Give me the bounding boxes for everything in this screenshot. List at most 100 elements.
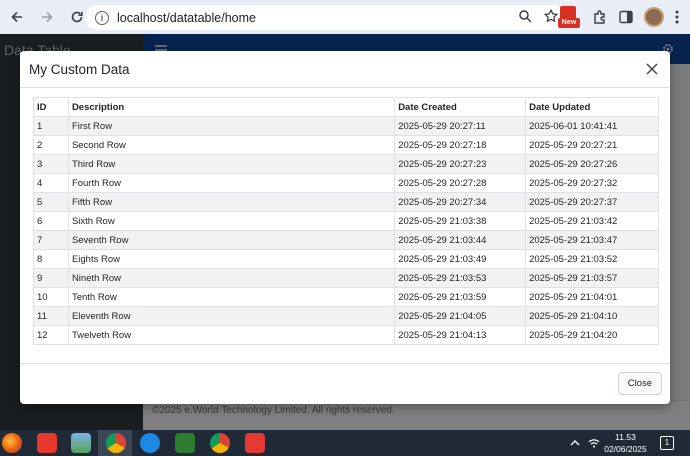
cell-description: First Row	[67, 116, 396, 136]
column-header-date-created: Date Created	[394, 97, 527, 117]
table-row: 1 First Row 2025-05-29 20:27:11 2025-06-01 …	[33, 116, 659, 136]
cell-date-updated: 2025-05-29 21:03:42	[525, 211, 659, 231]
photos-app-icon[interactable]	[71, 433, 91, 453]
cell-date-created: 2025-05-29 20:27:34	[394, 192, 527, 212]
table-body: 1 First Row 2025-05-29 20:27:11 2025-06-01 …	[33, 116, 659, 345]
cell-description: Seventh Row	[67, 230, 396, 250]
cell-date-updated: 2025-05-29 21:04:20	[525, 325, 659, 345]
cell-date-created: 2025-05-29 21:03:53	[394, 268, 527, 288]
cell-id: 10	[33, 287, 69, 307]
cell-date-updated: 2025-06-01 10:41:41	[525, 116, 659, 136]
clock-date: 02/06/2025	[604, 444, 647, 454]
firefox-icon[interactable]	[2, 433, 22, 453]
cell-date-updated: 2025-05-29 20:27:32	[525, 173, 659, 193]
table-row: 3 Third Row 2025-05-29 20:27:23 2025-05-29 …	[33, 154, 659, 174]
cell-description: Eights Row	[67, 249, 396, 269]
close-button[interactable]: Close	[617, 372, 662, 395]
table-row: 12 Twelveth Row 2025-05-29 21:04:13 2025-05…	[33, 325, 659, 345]
notification-center-icon[interactable]: 1	[660, 436, 674, 450]
table-row: 10 Tenth Row 2025-05-29 21:03:59 2025-05-29…	[33, 287, 659, 307]
column-header-description: Description	[67, 97, 396, 117]
forward-icon[interactable]	[34, 4, 60, 30]
tray-overflow-chevron-icon[interactable]	[570, 439, 580, 447]
modal-body: ID Description Date Created Date Updated…	[20, 88, 670, 345]
table-row: 2 Second Row 2025-05-29 20:27:18 2025-05-29…	[33, 135, 659, 155]
cell-date-created: 2025-05-29 21:04:05	[394, 306, 527, 326]
cell-id: 6	[33, 211, 69, 231]
cell-date-created: 2025-05-29 21:04:13	[394, 325, 527, 345]
url-text: localhost/datatable/home	[117, 10, 256, 25]
modal-header: My Custom Data	[20, 51, 670, 88]
cell-id: 4	[33, 173, 69, 193]
modal-footer: Close	[20, 363, 670, 404]
custom-data-modal: My Custom Data ID Description Date Creat…	[20, 51, 670, 404]
blue-app-icon[interactable]	[140, 433, 160, 453]
extensions-puzzle-icon[interactable]	[592, 9, 608, 25]
site-info-icon[interactable]: i	[95, 10, 109, 25]
cell-date-updated: 2025-05-29 20:27:26	[525, 154, 659, 174]
cell-id: 5	[33, 192, 69, 212]
cell-date-created: 2025-05-29 21:03:59	[394, 287, 527, 307]
cell-date-updated: 2025-05-29 21:04:10	[525, 306, 659, 326]
cell-id: 3	[33, 154, 69, 174]
table-row: 8 Eights Row 2025-05-29 21:03:49 2025-05-29…	[33, 249, 659, 269]
cell-date-updated: 2025-05-29 21:03:52	[525, 249, 659, 269]
cell-description: Fourth Row	[67, 173, 396, 193]
close-icon[interactable]	[644, 61, 660, 77]
table-row: 11 Eleventh Row 2025-05-29 21:04:05 2025-05…	[33, 306, 659, 326]
wifi-icon[interactable]	[588, 438, 600, 448]
cell-date-created: 2025-05-29 20:27:18	[394, 135, 527, 155]
table-row: 6 Sixth Row 2025-05-29 21:03:38 2025-05-29 …	[33, 211, 659, 231]
cell-id: 8	[33, 249, 69, 269]
pdf-extension-icon[interactable]: New	[558, 6, 580, 28]
wps-office-icon[interactable]	[37, 433, 57, 453]
cell-date-created: 2025-05-29 20:27:23	[394, 154, 527, 174]
column-header-id: ID	[33, 97, 69, 117]
cell-date-created: 2025-05-29 21:03:44	[394, 230, 527, 250]
chrome-icon[interactable]	[106, 433, 126, 453]
cell-description: Nineth Row	[67, 268, 396, 288]
cell-id: 1	[33, 116, 69, 136]
column-header-date-updated: Date Updated	[525, 97, 659, 117]
cell-description: Second Row	[67, 135, 396, 155]
notification-count: 1	[664, 438, 670, 447]
sidebar-toggle-icon[interactable]	[618, 9, 634, 25]
extension-new-badge: New	[558, 18, 580, 28]
cell-date-updated: 2025-05-29 21:03:47	[525, 230, 659, 250]
cell-date-updated: 2025-05-29 21:04:01	[525, 287, 659, 307]
cell-date-created: 2025-05-29 21:03:38	[394, 211, 527, 231]
cell-description: Third Row	[67, 154, 396, 174]
spreadsheet-app-icon[interactable]	[175, 433, 195, 453]
cell-date-updated: 2025-05-29 20:27:21	[525, 135, 659, 155]
cell-description: Fifth Row	[67, 192, 396, 212]
cell-description: Twelveth Row	[67, 325, 396, 345]
cell-id: 7	[33, 230, 69, 250]
table-row: 7 Seventh Row 2025-05-29 21:03:44 2025-05-2…	[33, 230, 659, 250]
cell-description: Sixth Row	[67, 211, 396, 231]
browser-menu-icon[interactable]	[672, 9, 682, 25]
modal-title: My Custom Data	[29, 61, 130, 77]
windows-taskbar: 11.53 02/06/2025 1	[0, 430, 690, 456]
cell-id: 2	[33, 135, 69, 155]
table-row: 4 Fourth Row 2025-05-29 20:27:28 2025-05-29…	[33, 173, 659, 193]
cell-id: 11	[33, 306, 69, 326]
table-header: ID Description Date Created Date Updated	[33, 97, 659, 117]
table-row: 5 Fifth Row 2025-05-29 20:27:34 2025-05-29 …	[33, 192, 659, 212]
zoom-icon[interactable]	[518, 9, 532, 23]
toolbar-right: New	[552, 6, 682, 28]
cell-description: Tenth Row	[67, 287, 396, 307]
cell-date-updated: 2025-05-29 20:27:37	[525, 192, 659, 212]
profile-avatar[interactable]	[644, 7, 664, 27]
cell-date-created: 2025-05-29 20:27:11	[394, 116, 527, 136]
cell-date-created: 2025-05-29 20:27:28	[394, 173, 527, 193]
pdf-reader-icon[interactable]	[245, 433, 265, 453]
data-table: ID Description Date Created Date Updated…	[33, 97, 659, 345]
address-bar[interactable]: i localhost/datatable/home	[85, 5, 567, 30]
chrome-profile-icon[interactable]	[210, 433, 230, 453]
cell-id: 12	[33, 325, 69, 345]
back-icon[interactable]	[4, 4, 30, 30]
system-clock[interactable]: 11.53 02/06/2025	[603, 431, 648, 455]
cell-description: Eleventh Row	[67, 306, 396, 326]
clock-time: 11.53	[615, 432, 636, 442]
cell-id: 9	[33, 268, 69, 288]
